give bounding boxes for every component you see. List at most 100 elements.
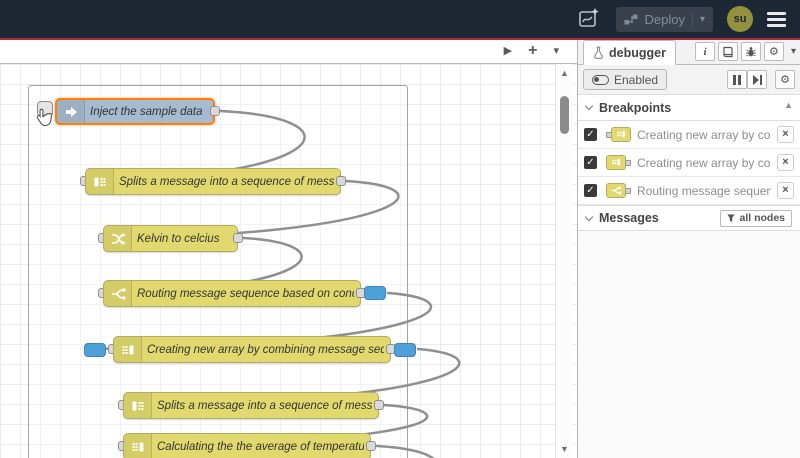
help-book-button[interactable] — [717, 42, 738, 61]
tab-scroll-right-icon[interactable]: ▶ — [504, 46, 512, 57]
assistant-button[interactable] — [572, 4, 606, 34]
scroll-up-icon[interactable]: ▲ — [556, 68, 573, 78]
flask-icon — [594, 46, 603, 59]
canvas-scrollbar[interactable]: ▲ ▼ — [555, 64, 573, 458]
breakpoint-pill-output[interactable] — [364, 286, 386, 300]
node-join[interactable]: Creating new array by combining message … — [113, 336, 391, 363]
step-icon — [752, 74, 762, 85]
settings-gear-button[interactable]: ⚙ — [763, 42, 784, 61]
main-menu-button[interactable] — [767, 11, 786, 27]
scrollbar-thumb[interactable] — [560, 96, 569, 134]
messages-section-header[interactable]: Messages all nodes — [578, 205, 800, 231]
deploy-label: Deploy — [644, 11, 685, 27]
node-switch[interactable]: Routing message sequence based on condit… — [103, 280, 361, 307]
node-change[interactable]: Kelvin to celcius — [103, 225, 238, 252]
messages-title: Messages — [599, 211, 659, 225]
breakpoint-row[interactable]: Creating new array by combining message … — [578, 121, 800, 149]
node-label: Splits a message into a sequence of mess… — [119, 175, 334, 188]
chevron-down-icon — [584, 212, 594, 221]
chevron-down-icon — [584, 101, 594, 111]
breakpoint-pill-output[interactable] — [394, 343, 416, 357]
node-join[interactable]: Calculating the the average of temperatu… — [123, 433, 371, 458]
breakpoint-label: Creating new array by combining message … — [637, 127, 771, 142]
breakpoint-checkbox[interactable] — [584, 156, 597, 169]
deploy-options-caret-icon[interactable]: ▾ — [700, 14, 705, 25]
user-avatar[interactable]: su — [727, 6, 753, 32]
funnel-icon — [727, 214, 736, 222]
switch-node-icon — [606, 183, 626, 198]
list-scroll-up-icon[interactable]: ▲ — [784, 100, 793, 110]
debugger-enabled-toggle[interactable]: Enabled — [583, 69, 668, 90]
deploy-button[interactable]: Deploy ▾ — [615, 6, 713, 32]
sidebar-collapse-caret-icon[interactable]: ▾ — [791, 46, 796, 57]
breakpoint-row[interactable]: Routing message sequence based on condit… — [578, 177, 800, 205]
change-icon — [104, 226, 132, 251]
remove-breakpoint-button[interactable] — [777, 182, 794, 199]
header: Deploy ▾ su — [0, 0, 800, 38]
breakpoint-checkbox[interactable] — [584, 128, 597, 141]
enabled-label: Enabled — [614, 72, 659, 87]
mini-node-output — [606, 155, 631, 170]
remove-breakpoint-button[interactable] — [777, 126, 794, 143]
inject-icon — [57, 100, 85, 123]
mini-port-icon — [625, 159, 631, 166]
tab-label: debugger — [609, 45, 666, 60]
step-button[interactable] — [747, 70, 767, 89]
mini-port-icon — [625, 187, 631, 194]
sidebar-tabs: debugger i ⚙ ▾ — [578, 40, 800, 65]
workspace: ▶ + ▾ Inject the sample data Splits a me… — [0, 40, 577, 458]
breakpoints-section-header[interactable]: Breakpoints — [578, 95, 800, 121]
port-output[interactable] — [366, 441, 376, 451]
pause-button[interactable] — [727, 70, 747, 89]
node-label: Routing message sequence based on condit… — [137, 287, 354, 300]
flow-assistant-icon — [578, 8, 599, 27]
add-flow-button[interactable]: + — [528, 42, 537, 59]
mini-node-output — [606, 183, 631, 198]
debugger-settings-button[interactable]: ⚙ — [775, 70, 795, 89]
book-icon — [723, 46, 733, 57]
breakpoint-row[interactable]: Creating new array by combining message … — [578, 149, 800, 177]
flow-list-caret-icon[interactable]: ▾ — [553, 46, 559, 57]
remove-breakpoint-button[interactable] — [777, 154, 794, 171]
port-output[interactable] — [336, 176, 346, 186]
breakpoint-label: Routing message sequence based on condit… — [637, 183, 771, 198]
join-node-icon — [606, 155, 626, 170]
debug-bug-button[interactable] — [740, 42, 761, 61]
pause-icon — [733, 74, 741, 85]
toggle-icon — [592, 74, 609, 85]
port-output[interactable] — [233, 233, 243, 243]
node-inject[interactable]: Inject the sample data — [55, 98, 215, 125]
deploy-divider — [691, 11, 693, 27]
filter-label: all nodes — [739, 212, 785, 224]
messages-filter-button[interactable]: all nodes — [720, 209, 792, 227]
node-split[interactable]: Splits a message into a sequence of mess… — [85, 168, 341, 195]
sidebar: debugger i ⚙ ▾ Enabled ⚙ Breakpoints ✓ C… — [577, 40, 800, 458]
node-label: Inject the sample data — [90, 105, 203, 118]
breakpoint-pill-input[interactable] — [84, 343, 106, 357]
join-icon — [114, 337, 142, 362]
port-output[interactable] — [374, 400, 384, 410]
breakpoint-checkbox[interactable] — [584, 184, 597, 197]
tab-debugger[interactable]: debugger — [583, 40, 676, 65]
node-red-app: Deploy ▾ su ▶ + ▾ Inject the sample data… — [0, 0, 800, 458]
avatar-initials: su — [733, 13, 747, 25]
info-button[interactable]: i — [694, 42, 715, 61]
port-output[interactable] — [210, 106, 220, 116]
switch-icon — [104, 281, 132, 306]
deploy-icon — [624, 14, 637, 24]
debugger-toolbar: Enabled ⚙ — [578, 65, 800, 95]
hamburger-icon — [767, 11, 786, 15]
bug-icon — [745, 46, 756, 56]
scroll-down-icon[interactable]: ▼ — [556, 444, 573, 454]
node-label: Creating new array by combining message … — [147, 343, 384, 356]
flow-tabbar: ▶ + ▾ — [0, 40, 577, 64]
join-node-icon — [611, 127, 631, 142]
mini-node-input — [606, 127, 631, 142]
node-split[interactable]: Splits a message into a sequence of mess… — [123, 392, 379, 419]
split-icon — [86, 169, 114, 194]
messages-list[interactable] — [578, 231, 800, 458]
wire[interactable] — [375, 444, 438, 458]
node-label: Kelvin to celcius — [137, 232, 220, 245]
flow-canvas[interactable]: Inject the sample data Splits a message … — [0, 64, 577, 458]
node-label: Calculating the the average of temperatu… — [157, 440, 364, 453]
